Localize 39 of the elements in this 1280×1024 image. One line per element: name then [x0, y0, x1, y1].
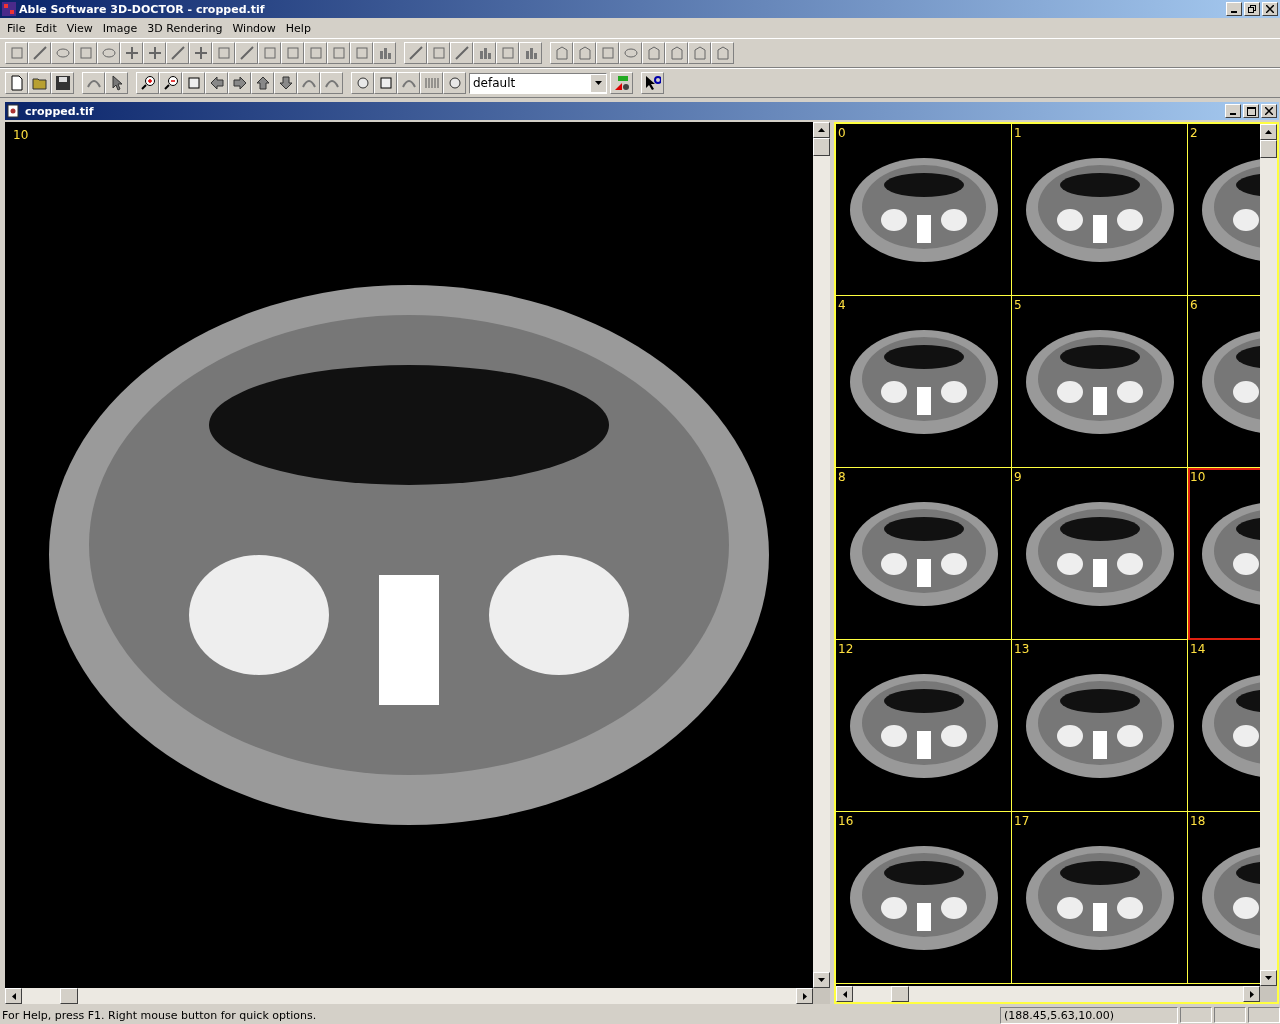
slice-thumbnail[interactable]: 5 — [1012, 296, 1188, 468]
slice-number: 12 — [838, 642, 854, 656]
slice-thumbnail[interactable]: 10 — [1188, 468, 1260, 640]
slice-number: 2 — [1190, 126, 1198, 140]
menu-item[interactable]: Help — [280, 21, 316, 35]
slice-number: 6 — [1190, 298, 1198, 312]
slice-thumbnail[interactable]: 9 — [1012, 468, 1188, 640]
slice-number: 14 — [1190, 642, 1206, 656]
slice-number: 10 — [1190, 470, 1206, 484]
menu-item[interactable]: Image — [97, 21, 143, 35]
slice-number: 13 — [1014, 642, 1030, 656]
slice-thumbnail[interactable]: 17 — [1012, 812, 1188, 984]
slice-thumbnail[interactable]: 16 — [836, 812, 1012, 984]
slice-thumbnail[interactable]: 8 — [836, 468, 1012, 640]
menu-item[interactable]: Edit — [30, 21, 62, 35]
menu-item[interactable]: View — [61, 21, 98, 35]
slice-number: 4 — [838, 298, 846, 312]
slice-thumbnail[interactable]: 13 — [1012, 640, 1188, 812]
slice-number: 18 — [1190, 814, 1206, 828]
preset-dropdown[interactable]: default — [469, 72, 607, 94]
slice-thumbnail[interactable]: 4 — [836, 296, 1012, 468]
slice-number: 0 — [838, 126, 846, 140]
slice-thumbnail[interactable]: 12 — [836, 640, 1012, 812]
slice-number: 5 — [1014, 298, 1022, 312]
menu-item[interactable]: File — [2, 21, 31, 35]
slice-number: 17 — [1014, 814, 1030, 828]
slice-thumbnail[interactable]: 1 — [1012, 124, 1188, 296]
slice-number: 16 — [838, 814, 854, 828]
menu-item[interactable]: 3D Rendering — [142, 21, 228, 35]
slice-number: 9 — [1014, 470, 1022, 484]
slice-number: 10 — [13, 128, 29, 142]
menu-item[interactable]: Window — [227, 21, 281, 35]
slice-number: 8 — [838, 470, 846, 484]
document-title: cropped.tif — [25, 104, 95, 118]
cursor-coordinates: (188.45,5.63,10.00) — [1000, 1006, 1178, 1024]
window-title: Able Software 3D-DOCTOR - cropped.tif — [19, 2, 266, 16]
slice-number: 1 — [1014, 126, 1022, 140]
slice-thumbnail[interactable]: 0 — [836, 124, 1012, 296]
status-message: For Help, press F1. Right mouse button for quick options. — [2, 1008, 318, 1022]
